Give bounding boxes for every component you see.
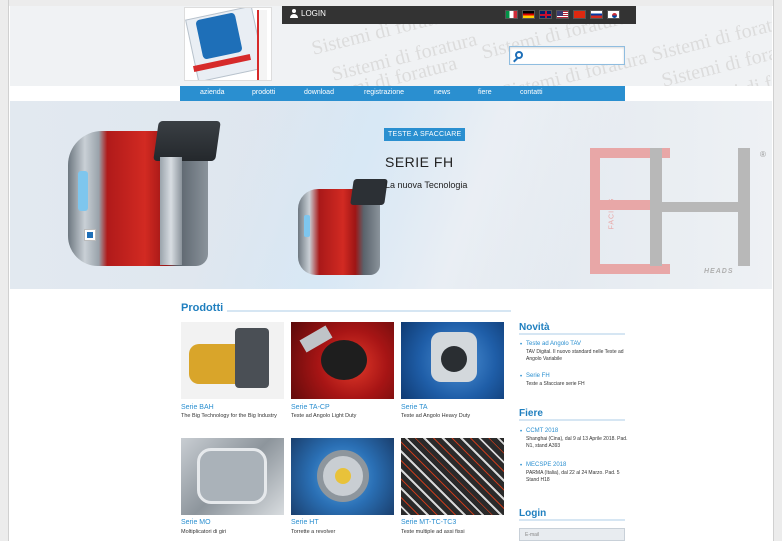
fh-logo-f-bar bbox=[600, 200, 650, 210]
nav-item-contatti[interactable]: contatti bbox=[520, 89, 543, 96]
product-desc: Teste ad Angolo Light Duty bbox=[291, 413, 357, 419]
window-frame-right bbox=[773, 0, 782, 541]
login-email-label: E-mail bbox=[525, 532, 540, 538]
product-image-ta-cp[interactable] bbox=[291, 322, 394, 399]
fiere-item-title[interactable]: MECSPE 2018 bbox=[526, 462, 566, 468]
novita-item-title[interactable]: Teste ad Angolo TAV bbox=[526, 341, 581, 347]
hero-title: SERIE FH bbox=[385, 154, 454, 170]
fiere-title: Fiere bbox=[519, 408, 546, 419]
products-rule bbox=[181, 310, 511, 312]
novita-item-text: TAV Digital. Il nuovo standard nelle Tes… bbox=[526, 349, 624, 362]
korean-flag-icon[interactable] bbox=[607, 10, 620, 19]
chinese-flag-icon[interactable] bbox=[573, 10, 586, 19]
nav-item-registrazione[interactable]: registrazione bbox=[364, 89, 404, 96]
novita-rule bbox=[519, 333, 625, 335]
bullet-icon: • bbox=[520, 463, 523, 469]
novita-item-text: Teste a Sfacciare serie FH bbox=[526, 381, 585, 387]
fiere-rule bbox=[519, 419, 625, 421]
bullet-icon: • bbox=[520, 429, 523, 435]
search-box[interactable] bbox=[509, 46, 625, 65]
company-logo[interactable] bbox=[184, 7, 272, 81]
novita-title: Novità bbox=[519, 322, 553, 333]
product-image-ht[interactable] bbox=[291, 438, 394, 515]
product-shape bbox=[235, 328, 269, 388]
product-image-ta[interactable] bbox=[401, 322, 504, 399]
bullet-icon: • bbox=[520, 342, 523, 348]
product-desc: Teste ad Angolo Heavy Duty bbox=[401, 413, 471, 419]
novita-item-title[interactable]: Serie FH bbox=[526, 373, 550, 379]
product-shape bbox=[441, 346, 467, 372]
product-shape bbox=[321, 340, 367, 380]
login-email-input[interactable]: E-mail bbox=[519, 528, 625, 541]
facing-head-small-image bbox=[298, 179, 388, 279]
machine-logo bbox=[84, 229, 96, 241]
search-icon[interactable] bbox=[515, 51, 523, 59]
bullet-icon: • bbox=[520, 374, 523, 380]
product-title[interactable]: Serie BAH bbox=[181, 404, 214, 411]
product-title[interactable]: Serie TA bbox=[401, 404, 428, 411]
user-icon bbox=[290, 9, 298, 18]
nav-item-download[interactable]: download bbox=[304, 89, 334, 96]
product-image-mo[interactable] bbox=[181, 438, 284, 515]
machine-rail bbox=[160, 157, 182, 265]
product-title[interactable]: Serie TA-CP bbox=[291, 404, 330, 411]
fiere-item-text: Shanghai (Cina), dal 9 al 13 Aprile 2018… bbox=[526, 436, 628, 449]
product-title[interactable]: Serie MT-TC-TC3 bbox=[401, 519, 456, 526]
us-flag-icon[interactable] bbox=[556, 10, 569, 19]
product-title[interactable]: Serie MO bbox=[181, 519, 211, 526]
machine-head bbox=[350, 179, 388, 205]
product-desc: Torrette a revolver bbox=[291, 529, 336, 535]
machine-window bbox=[78, 171, 88, 211]
facing-head-large-image bbox=[68, 121, 221, 271]
product-desc: Teste multiple ad assi fissi bbox=[401, 529, 465, 535]
fiere-item-text: PARMA (Italia), dal 22 al 24 Marzo. Pad.… bbox=[526, 470, 620, 483]
login-label: LOGIN bbox=[301, 9, 326, 18]
product-desc: Moltiplicatori di giri bbox=[181, 529, 227, 535]
machine-head bbox=[153, 121, 221, 161]
main-nav: azienda prodotti download registrazione … bbox=[180, 86, 625, 101]
window-frame-left bbox=[0, 0, 9, 541]
uk-flag-icon[interactable] bbox=[539, 10, 552, 19]
machine-window bbox=[304, 215, 310, 237]
nav-item-fiere[interactable]: fiere bbox=[478, 89, 492, 96]
product-shape bbox=[335, 468, 351, 484]
product-shape bbox=[197, 448, 267, 504]
hero-badge[interactable]: TESTE A SFACCIARE bbox=[384, 128, 466, 141]
fiere-item-title[interactable]: CCMT 2018 bbox=[526, 428, 558, 434]
product-image-bah[interactable] bbox=[181, 322, 284, 399]
logo-mark bbox=[195, 12, 243, 60]
registered-mark: ® bbox=[760, 150, 766, 159]
hero-subtitle: La nuova Tecnologia bbox=[385, 180, 468, 190]
login-rule bbox=[519, 519, 625, 521]
fh-logo-facing-text: FACING bbox=[608, 197, 616, 230]
language-flags bbox=[505, 10, 620, 19]
logo-side-strip bbox=[257, 10, 267, 80]
italian-flag-icon[interactable] bbox=[505, 10, 518, 19]
fh-logo-heads-text: HEADS bbox=[704, 268, 734, 275]
nav-item-prodotti[interactable]: prodotti bbox=[252, 89, 275, 96]
product-desc: The Big Technology for the Big Industry bbox=[181, 413, 277, 419]
nav-item-azienda[interactable]: azienda bbox=[200, 89, 225, 96]
login-title: Login bbox=[519, 508, 550, 519]
product-image-mt-tc-tc3[interactable] bbox=[401, 438, 504, 515]
german-flag-icon[interactable] bbox=[522, 10, 535, 19]
product-title[interactable]: Serie HT bbox=[291, 519, 319, 526]
login-link[interactable]: LOGIN bbox=[290, 9, 326, 18]
russian-flag-icon[interactable] bbox=[590, 10, 603, 19]
fh-logo-h-bar bbox=[662, 202, 738, 212]
nav-item-news[interactable]: news bbox=[434, 89, 450, 96]
products-title: Prodotti bbox=[181, 302, 228, 314]
